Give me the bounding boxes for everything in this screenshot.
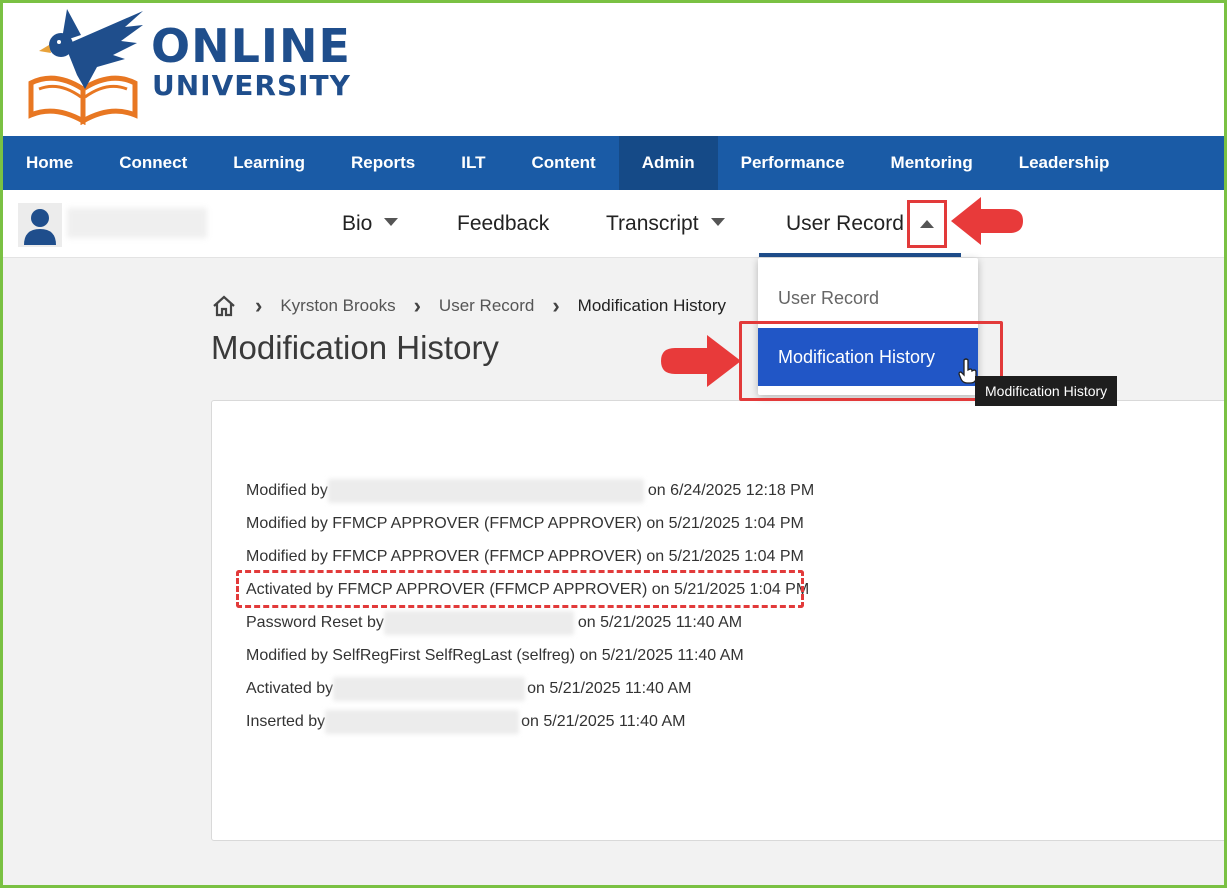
user-subnav: Bio Feedback Transcript User Record xyxy=(3,190,1224,258)
site-logo[interactable]: ONLINE UNIVERSITY xyxy=(25,5,365,126)
nav-connect[interactable]: Connect xyxy=(96,136,210,190)
history-entry-suffix: on 5/21/2025 11:40 AM xyxy=(521,713,686,730)
history-entry: Modified by FFMCP APPROVER (FFMCP APPROV… xyxy=(246,548,804,565)
history-entry: Modified by SelfRegFirst SelfRegLast (se… xyxy=(246,647,744,664)
history-entry-suffix: on 6/24/2025 12:18 PM xyxy=(647,482,815,499)
annotation-arrow-right-icon xyxy=(661,335,741,387)
breadcrumb-user[interactable]: Kyrston Brooks xyxy=(280,296,395,316)
nav-content[interactable]: Content xyxy=(509,136,619,190)
nav-reports[interactable]: Reports xyxy=(328,136,438,190)
breadcrumb-current: Modification History xyxy=(577,296,726,315)
main-nav: Home Connect Learning Reports ILT Conten… xyxy=(3,136,1224,190)
history-entry: Activated by on 5/21/2025 11:40 AM xyxy=(246,677,691,701)
history-entry-prefix: Inserted by xyxy=(246,713,326,730)
chevron-right-icon: › xyxy=(255,293,263,318)
breadcrumb: › Kyrston Brooks › User Record › Modific… xyxy=(211,293,726,319)
nav-admin[interactable]: Admin xyxy=(618,136,718,190)
eagle-book-icon xyxy=(28,9,143,126)
nav-mentoring[interactable]: Mentoring xyxy=(868,136,996,190)
user-icon xyxy=(24,209,56,245)
tab-bio[interactable]: Bio xyxy=(342,212,399,236)
history-entry: Password Reset by on 5/21/2025 11:40 AM xyxy=(246,611,742,635)
app-frame: ONLINE UNIVERSITY Home Connect Learning … xyxy=(3,3,1224,885)
page-title: Modification History xyxy=(211,329,499,366)
logo-wordmark-line2: UNIVERSITY xyxy=(152,69,351,102)
history-entry-prefix: Activated by xyxy=(246,680,334,697)
breadcrumb-user-record[interactable]: User Record xyxy=(439,296,534,316)
redacted-user xyxy=(327,479,644,503)
history-card: Modified by on 6/24/2025 12:18 PM Modifi… xyxy=(211,400,1224,841)
nav-leadership[interactable]: Leadership xyxy=(996,136,1133,190)
annotation-dashed-highlight xyxy=(236,570,804,608)
tab-user-record[interactable]: User Record xyxy=(786,212,904,236)
chevron-down-icon xyxy=(384,218,399,227)
tab-bio-label: Bio xyxy=(342,212,373,235)
site-header: ONLINE UNIVERSITY xyxy=(3,3,1224,136)
chevron-right-icon: › xyxy=(552,293,560,318)
nav-performance[interactable]: Performance xyxy=(718,136,868,190)
chevron-up-icon xyxy=(920,220,934,228)
chevron-right-icon: › xyxy=(413,293,421,318)
history-entry: Modified by on 6/24/2025 12:18 PM xyxy=(246,479,814,503)
user-record-caret-highlight[interactable] xyxy=(907,200,947,248)
tab-transcript-label: Transcript xyxy=(606,212,699,235)
avatar xyxy=(18,203,62,247)
history-entry: Modified by FFMCP APPROVER (FFMCP APPROV… xyxy=(246,515,804,532)
menu-item-user-record[interactable]: User Record xyxy=(758,288,978,309)
active-tab-indicator xyxy=(759,253,961,257)
redacted-user xyxy=(325,710,520,734)
nav-ilt[interactable]: ILT xyxy=(438,136,508,190)
tooltip: Modification History xyxy=(975,376,1118,406)
redacted-user xyxy=(383,611,574,635)
redacted-user xyxy=(333,677,526,701)
annotation-arrow-left-icon xyxy=(951,197,1023,245)
history-entry-suffix: on 5/21/2025 11:40 AM xyxy=(527,680,692,697)
history-entry-prefix: Password Reset by xyxy=(246,614,384,631)
logo-wordmark-line1: ONLINE xyxy=(151,19,351,73)
chevron-down-icon xyxy=(710,218,725,227)
annotation-menu-highlight xyxy=(739,321,1003,401)
tab-transcript[interactable]: Transcript xyxy=(606,212,725,236)
tab-feedback[interactable]: Feedback xyxy=(457,212,549,236)
history-entry: Inserted by on 5/21/2025 11:40 AM xyxy=(246,710,685,734)
nav-learning[interactable]: Learning xyxy=(210,136,328,190)
history-entry-suffix: on 5/21/2025 11:40 AM xyxy=(577,614,743,631)
nav-home[interactable]: Home xyxy=(3,136,96,190)
home-icon[interactable] xyxy=(211,294,237,318)
user-name-redacted xyxy=(67,208,207,238)
history-entry-prefix: Modified by xyxy=(246,482,328,499)
